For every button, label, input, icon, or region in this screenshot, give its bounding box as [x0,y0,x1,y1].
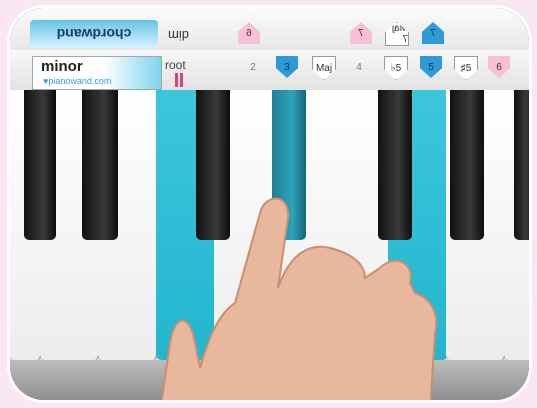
black-key [24,90,56,240]
mirrored-top-strip: chordwand dim 6 7 Maj 7 7 [10,8,529,51]
chord-name: minor [41,58,83,75]
root-marker [175,73,178,87]
chordwand-logo: chordwand [30,20,158,48]
badge-7: 7 [350,22,372,44]
degree-4: 4 [356,61,362,73]
piano-photo: chordwand dim 6 7 Maj 7 7 minor ♥pianowa… [10,8,529,400]
degree-2: 2 [250,61,256,73]
badge-maj7: Maj 7 [385,22,409,46]
hand-image [160,197,438,400]
black-key [514,90,529,240]
root-marker [180,73,183,87]
badge-6: 6 [238,22,260,44]
hand-shape [160,197,438,400]
badge-7-blue: 7 [422,22,444,44]
chord-name-label: minor ♥pianowand.com [32,56,162,90]
root-label: root [165,58,186,72]
brand-text: ♥pianowand.com [43,76,112,86]
dim-label: dim [168,28,189,43]
black-key [82,90,118,240]
